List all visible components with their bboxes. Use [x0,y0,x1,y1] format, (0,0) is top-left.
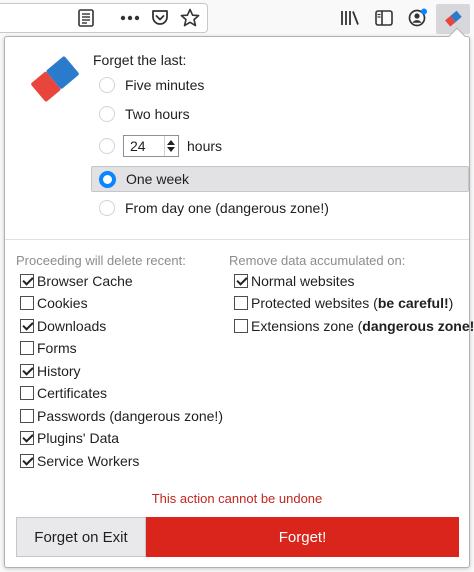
item-label: History [37,363,81,379]
option-custom-hours[interactable]: 24 hours [99,135,222,157]
option-label: Two hours [125,106,190,122]
hours-value: 24 [130,138,146,154]
checkbox-downloads[interactable] [20,319,34,333]
item-normal-websites[interactable]: Normal websites [234,271,354,291]
hours-spinner[interactable] [164,136,177,156]
account-icon[interactable] [406,6,430,30]
checkbox-service-workers[interactable] [20,454,34,468]
checkbox-passwords[interactable] [20,409,34,423]
item-label: Browser Cache [37,273,133,289]
eraser-extension-icon[interactable] [436,4,470,34]
item-forms[interactable]: Forms [20,338,77,358]
item-certificates[interactable]: Certificates [20,383,107,403]
option-one-week[interactable]: One week [99,168,189,190]
undo-warning: This action cannot be undone [151,491,323,506]
label-tail: ) [448,295,454,311]
checkbox-normal-websites[interactable] [234,274,248,288]
pocket-icon[interactable] [148,6,172,30]
sidebar-icon[interactable] [372,6,396,30]
checkbox-certificates[interactable] [20,386,34,400]
checkbox-plugins-data[interactable] [20,431,34,445]
option-from-day-one[interactable]: From day one (dangerous zone!) [99,197,329,219]
eraser-logo-icon [27,53,83,105]
option-five-minutes[interactable]: Five minutes [99,74,204,96]
item-extensions-zone[interactable]: Extensions zone (dangerous zone!) [234,316,474,336]
checkbox-protected-websites[interactable] [234,296,248,310]
item-label: Certificates [37,385,108,401]
label-text: Protected websites ( [251,295,378,311]
item-history[interactable]: History [20,361,81,381]
item-plugins-data[interactable]: Plugins' Data [20,428,119,448]
label-emphasis: be careful! [377,295,449,311]
item-label: Downloads [37,318,107,334]
item-cookies[interactable]: Cookies [20,293,88,313]
item-label: Plugins' Data [37,430,120,446]
url-bar[interactable] [0,3,208,33]
spin-down-icon[interactable] [167,147,175,152]
item-label: Extensions zone (dangerous zone!) [251,318,474,334]
checkbox-forms[interactable] [20,341,34,355]
hours-label: hours [187,138,223,154]
library-icon[interactable] [338,6,362,30]
option-label: One week [126,171,190,187]
label-emphasis: dangerous zone! [362,318,474,334]
option-two-hours[interactable]: Two hours [99,103,190,125]
forget-button[interactable]: Forget! [146,517,459,557]
radio-two-hours[interactable] [99,106,115,122]
option-label: From day one (dangerous zone!) [125,200,329,216]
more-actions-icon[interactable] [118,6,142,30]
item-label: Forms [37,340,77,356]
checkbox-extensions-zone[interactable] [234,319,248,333]
browser-toolbar [0,0,474,36]
item-passwords[interactable]: Passwords (dangerous zone!) [20,406,223,426]
left-section-title: Proceeding will delete recent: [16,253,186,268]
item-protected-websites[interactable]: Protected websites (be careful!) [234,293,453,313]
radio-one-week[interactable] [99,170,116,188]
hours-number-input[interactable]: 24 [123,135,179,157]
item-downloads[interactable]: Downloads [20,316,106,336]
item-label: Protected websites (be careful!) [251,295,453,311]
reader-view-icon[interactable] [74,6,98,30]
label-text: Extensions zone ( [251,318,363,334]
forget-on-exit-button[interactable]: Forget on Exit [16,517,146,557]
item-label: Service Workers [37,453,140,469]
right-section-title: Remove data accumulated on: [229,253,406,268]
option-label: Five minutes [125,77,205,93]
radio-five-minutes[interactable] [99,77,115,93]
item-label: Normal websites [251,273,355,289]
radio-from-day-one[interactable] [99,200,115,216]
item-label: Passwords (dangerous zone!) [37,408,223,424]
checkbox-browser-cache[interactable] [20,274,34,288]
forget-popup-panel: Forget the last: Five minutes Two hours … [4,27,474,568]
forget-title: Forget the last: [93,52,187,68]
item-service-workers[interactable]: Service Workers [20,451,139,471]
item-browser-cache[interactable]: Browser Cache [20,271,133,291]
radio-custom-hours[interactable] [99,138,115,154]
checkbox-cookies[interactable] [20,296,34,310]
item-label: Cookies [37,295,88,311]
bookmark-star-icon[interactable] [178,6,202,30]
checkbox-history[interactable] [20,364,34,378]
spin-up-icon[interactable] [167,140,175,145]
section-divider [5,239,469,240]
